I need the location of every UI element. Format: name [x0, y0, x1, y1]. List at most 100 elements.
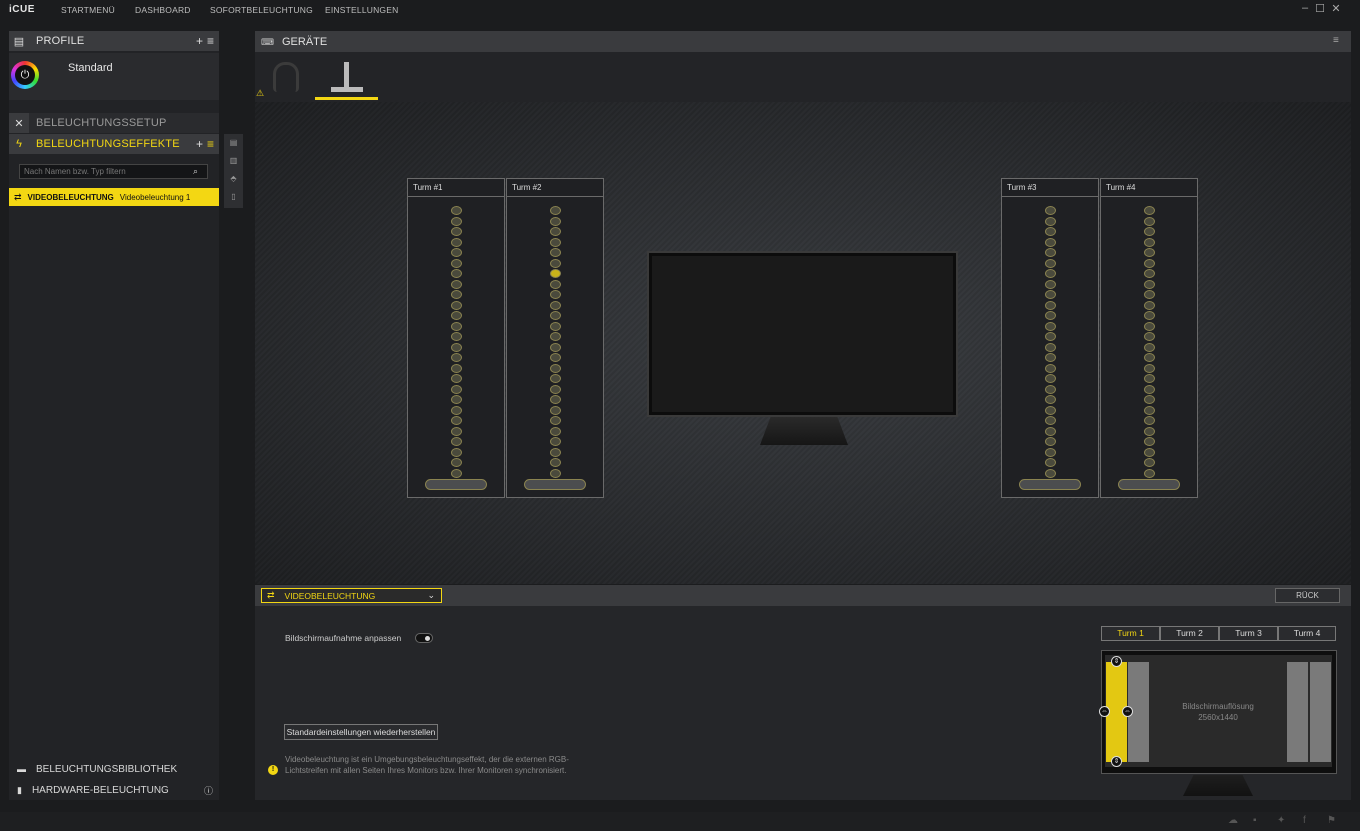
profile-logo-icon: ⏻ [11, 61, 39, 89]
resize-handle-right-icon[interactable]: ⇔ [1122, 706, 1133, 717]
led-indicator [1144, 405, 1155, 415]
tower-base [524, 479, 586, 490]
resize-handle-bottom-icon[interactable]: ⇕ [1111, 756, 1122, 767]
led-indicator [451, 342, 462, 352]
delete-icon[interactable]: ▯ [228, 192, 239, 203]
tab-turm-1[interactable]: Turm 1 [1101, 626, 1160, 641]
tower-1[interactable]: Turm #1 [407, 178, 505, 498]
led-indicator [1144, 269, 1155, 278]
led-indicator [451, 206, 462, 215]
hardware-lighting-item[interactable]: ▮ HARDWARE-BELEUCHTUNG ⓘ [9, 780, 219, 800]
move-icon[interactable]: ⬘ [228, 174, 239, 185]
nav-einstellungen[interactable]: EINSTELLUNGEN [325, 5, 398, 15]
led-indicator [451, 300, 462, 310]
corsair-icon[interactable]: ⚑ [1327, 815, 1336, 826]
led-indicator [451, 468, 462, 478]
led-indicator [451, 279, 462, 289]
chevron-down-icon: ⌄ [427, 590, 435, 600]
add-effect-icon[interactable]: + [196, 137, 203, 151]
led-indicator [1045, 332, 1056, 341]
led-indicator [550, 227, 561, 236]
led-indicator [1144, 353, 1155, 362]
tower-2[interactable]: Turm #2 [506, 178, 604, 498]
profile-menu-icon[interactable]: ≡ [207, 34, 214, 48]
effect-type-label: VIDEOBELEUCHTUNG [27, 192, 114, 202]
lighting-library-item[interactable]: ▬ BELEUCHTUNGSBIBLIOTHEK [9, 759, 219, 779]
support-icon[interactable]: ☁ [1228, 815, 1238, 826]
resize-handle-left-icon[interactable]: ⇔ [1099, 706, 1110, 717]
duplicate-icon[interactable]: ▥ [228, 156, 239, 167]
led-indicator [451, 416, 462, 425]
close-icon[interactable]: ✕ [1329, 2, 1343, 15]
tab-turm-2[interactable]: Turm 2 [1160, 626, 1219, 641]
effect-search-input[interactable]: Nach Namen bzw. Typ filtern [19, 164, 208, 179]
tab-turm-3[interactable]: Turm 3 [1219, 626, 1278, 641]
lt100-device-icon[interactable] [331, 62, 363, 92]
devices-header-label: GERÄTE [282, 36, 328, 48]
tower-3[interactable]: Turm #3 [1001, 178, 1099, 498]
resolution-value: 2560x1440 [1198, 713, 1238, 722]
capture-zone-turm-3[interactable] [1287, 662, 1308, 762]
back-button[interactable]: RÜCK [1275, 588, 1340, 603]
lighting-effects-label: BELEUCHTUNGSEFFEKTE [36, 138, 180, 150]
twitter-icon[interactable]: ✦ [1277, 815, 1285, 826]
chat-icon[interactable]: ▪ [1253, 815, 1257, 826]
led-indicator [1144, 437, 1155, 446]
capture-zone-turm-4[interactable] [1310, 662, 1331, 762]
lighting-effects-header[interactable]: ϟ BELEUCHTUNGSEFFEKTE + ≡ [9, 134, 219, 154]
led-indicator [451, 332, 462, 341]
led-indicator [1144, 447, 1155, 457]
effect-info-text: Videobeleuchtung ist ein Umgebungsbeleuc… [285, 755, 569, 775]
led-indicator [1045, 290, 1056, 299]
headset-device-icon[interactable] [273, 62, 299, 92]
search-icon[interactable]: ⌕ [193, 166, 198, 177]
nav-startmenu[interactable]: STARTMENÜ [61, 5, 115, 15]
keyboard-icon: ⌨ [261, 37, 274, 47]
facebook-icon[interactable]: f [1303, 815, 1306, 826]
add-profile-icon[interactable]: + [196, 34, 203, 48]
lightning-icon: ϟ [16, 138, 22, 150]
hardware-icon: ▮ [17, 784, 22, 795]
copy-icon[interactable]: ▤ [228, 138, 239, 149]
capture-toggle[interactable] [415, 633, 433, 643]
led-indicator [550, 237, 561, 247]
led-indicator [1144, 426, 1155, 436]
tower-base [1019, 479, 1081, 490]
led-indicator [451, 374, 462, 383]
led-indicator [550, 248, 561, 257]
info-icon[interactable]: ⓘ [204, 784, 213, 797]
led-indicator [550, 279, 561, 289]
led-indicator [550, 405, 561, 415]
effect-type-dropdown[interactable]: ⇄ VIDEOBELEUCHTUNG ⌄ [261, 588, 442, 603]
resolution-label: Bildschirmauflösung [1182, 702, 1254, 711]
effects-menu-icon[interactable]: ≡ [207, 137, 214, 151]
devices-menu-icon[interactable]: ≡ [1333, 35, 1339, 46]
led-indicator [451, 405, 462, 415]
warning-icon: ⚠ [256, 88, 265, 98]
reset-defaults-button[interactable]: Standardeinstellungen wiederherstellen [284, 724, 438, 740]
tab-turm-4[interactable]: Turm 4 [1278, 626, 1336, 641]
nav-dashboard[interactable]: DASHBOARD [135, 5, 191, 15]
led-indicator [1144, 227, 1155, 236]
nav-sofortbeleuchtung[interactable]: SOFORTBELEUCHTUNG [210, 5, 313, 15]
led-indicator [451, 447, 462, 457]
led-indicator [1144, 363, 1155, 373]
effect-list-item[interactable]: ⇄ VIDEOBELEUCHTUNG Videobeleuchtung 1 [9, 188, 219, 206]
tower-base [1118, 479, 1180, 490]
led-indicator [1144, 311, 1155, 320]
led-indicator [1045, 395, 1056, 404]
profile-header: ▤ PROFILE + ≡ [9, 31, 219, 51]
tower-4[interactable]: Turm #4 [1100, 178, 1198, 498]
led-indicator [451, 384, 462, 394]
led-indicator [1045, 258, 1056, 268]
lighting-setup-header[interactable]: ✕ BELEUCHTUNGSSETUP [9, 113, 219, 133]
device-tabs [255, 52, 1351, 102]
led-indicator [1045, 468, 1056, 478]
profile-item[interactable] [9, 53, 219, 100]
resize-handle-top-icon[interactable]: ⇕ [1111, 656, 1122, 667]
led-indicator [550, 332, 561, 341]
led-indicator [451, 248, 462, 257]
minimize-icon[interactable]: – [1298, 2, 1312, 14]
maximize-icon[interactable]: ☐ [1313, 2, 1327, 15]
led-indicator [451, 395, 462, 404]
